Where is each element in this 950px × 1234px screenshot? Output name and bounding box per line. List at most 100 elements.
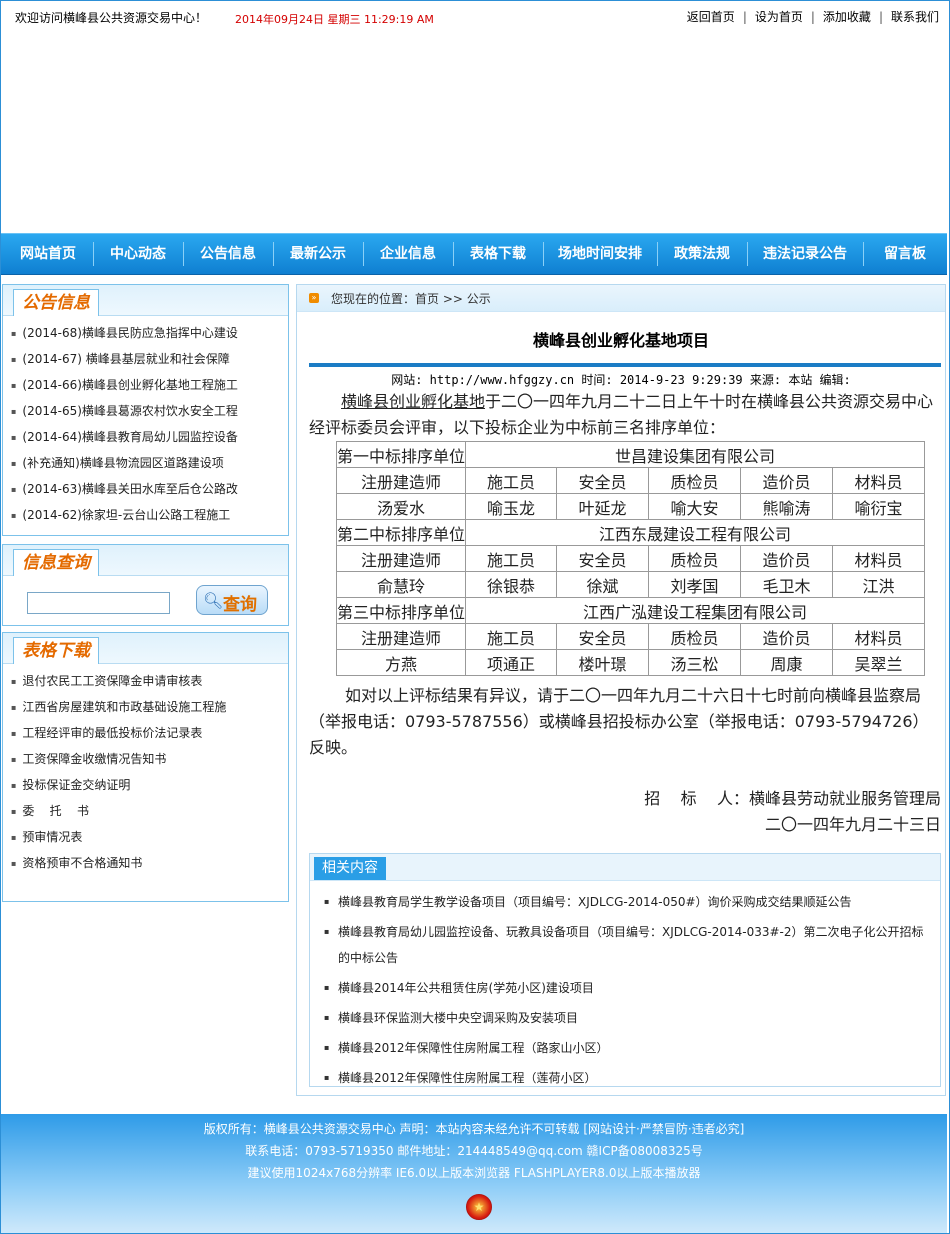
company-name: 江西广泓建设工程集团有限公司 <box>465 597 926 624</box>
table-row: 方燕 项通正 楼叶璟 汤三松 周康 吴翠兰 <box>335 649 926 676</box>
download-item[interactable]: 工程经评审的最低投标价法记录表 <box>3 720 288 746</box>
role-header: 质检员 <box>648 467 742 494</box>
person-name: 汤爱水 <box>335 493 467 520</box>
notices-list: (2014-68)横峰县民防应急指挥中心建设 (2014-67) 横峰县基层就业… <box>3 316 288 528</box>
nav-divider <box>657 242 658 266</box>
arrow-icon: » <box>309 293 319 303</box>
article-title: 横峰县创业孵化基地项目 <box>532 331 709 350</box>
related-content-box: 相关内容 横峰县教育局学生教学设备项目（项目编号：XJDLCG-2014-050… <box>309 853 941 1091</box>
main-nav: 网站首页 中心动态 公告信息 最新公示 企业信息 表格下载 场地时间安排 政策法… <box>1 233 947 275</box>
role-header: 造价员 <box>740 623 834 650</box>
title-divider <box>309 363 941 367</box>
nav-policies[interactable]: 政策法规 <box>663 234 741 274</box>
nav-center-news[interactable]: 中心动态 <box>99 234 177 274</box>
download-item[interactable]: 投标保证金交纳证明 <box>3 772 288 798</box>
top-links: 返回首页 | 设为首页 | 添加收藏 | 联系我们 <box>687 8 939 25</box>
related-item[interactable]: 横峰县2012年保障性住房附属工程（莲荷小区） <box>310 1065 940 1091</box>
role-header: 造价员 <box>740 467 834 494</box>
notice-item[interactable]: (2014-66)横峰县创业孵化基地工程施工 <box>3 372 288 398</box>
notice-item[interactable]: (2014-64)横峰县教育局幼儿园监控设备 <box>3 424 288 450</box>
person-name: 喻大安 <box>648 493 742 520</box>
person-name: 江洪 <box>832 571 926 598</box>
related-item[interactable]: 横峰县教育局学生教学设备项目（项目编号：XJDLCG-2014-050#）询价采… <box>310 889 940 915</box>
downloads-box-title: 表格下载 <box>13 637 99 664</box>
current-datetime: 2014年09月24日 星期三 11:29:19 AM <box>235 13 434 26</box>
nav-announcements[interactable]: 公告信息 <box>189 234 267 274</box>
breadcrumb-bar: » 您现在的位置：首页 >> 公示 <box>297 285 945 312</box>
footer-browser-note: 建议使用1024x768分辨率 IE6.0以上版本浏览器 FLASHPLAYER… <box>247 1166 701 1180</box>
contact-link[interactable]: 联系我们 <box>891 10 939 24</box>
rank-label: 第三中标排序单位 <box>335 597 467 624</box>
sign-date: 二〇一四年九月二十三日 <box>764 815 941 834</box>
table-row: 注册建造师 施工员 安全员 质检员 造价员 材料员 <box>335 623 926 650</box>
person-name: 叶延龙 <box>556 493 650 520</box>
query-input[interactable] <box>27 592 170 614</box>
divider: | <box>742 10 747 24</box>
nav-latest-publicity[interactable]: 最新公示 <box>279 234 357 274</box>
role-header: 施工员 <box>465 623 558 650</box>
role-header: 造价员 <box>740 545 834 572</box>
nav-enterprise-info[interactable]: 企业信息 <box>369 234 447 274</box>
table-row: 注册建造师 施工员 安全员 质检员 造价员 材料员 <box>335 545 926 572</box>
nav-message-board[interactable]: 留言板 <box>869 234 941 274</box>
footer-contact: 联系电话：0793-5719350 邮件地址：214448549@qq.com … <box>245 1144 703 1158</box>
person-name: 项通正 <box>465 649 558 676</box>
query-box: 信息查询 🔍︎ 查询 <box>2 544 289 626</box>
role-header: 注册建造师 <box>335 467 467 494</box>
notice-item[interactable]: (2014-67) 横峰县基层就业和社会保障 <box>3 346 288 372</box>
related-title: 相关内容 <box>314 857 386 880</box>
table-row: 汤爱水 喻玉龙 叶延龙 喻大安 熊喻涛 喻衍宝 <box>335 493 926 520</box>
role-header: 注册建造师 <box>335 545 467 572</box>
breadcrumb: 您现在的位置：首页 >> 公示 <box>331 292 491 306</box>
related-item[interactable]: 横峰县2014年公共租赁住房(学苑小区)建设项目 <box>310 975 940 1001</box>
project-link[interactable]: 横峰县创业孵化基地 <box>341 392 485 411</box>
person-name: 徐银恭 <box>465 571 558 598</box>
nav-divider <box>93 242 94 266</box>
nav-divider <box>453 242 454 266</box>
query-button[interactable]: 🔍︎ 查询 <box>196 585 268 615</box>
article-meta: 网站: http://www.hfggzy.cn 时间: 2014-9-23 9… <box>391 373 851 387</box>
nav-divider <box>863 242 864 266</box>
person-name: 方燕 <box>335 649 467 676</box>
role-header: 安全员 <box>556 467 650 494</box>
person-name: 徐斌 <box>556 571 650 598</box>
divider: | <box>810 10 815 24</box>
person-name: 汤三松 <box>648 649 742 676</box>
person-name: 吴翠兰 <box>832 649 926 676</box>
related-item[interactable]: 横峰县教育局幼儿园监控设备、玩教具设备项目（项目编号：XJDLCG-2014-0… <box>310 919 940 971</box>
nav-home[interactable]: 网站首页 <box>9 234 87 274</box>
download-item[interactable]: 退付农民工工资保障金申请审核表 <box>3 668 288 694</box>
related-list: 横峰县教育局学生教学设备项目（项目编号：XJDLCG-2014-050#）询价采… <box>310 881 940 1091</box>
nav-violation-records[interactable]: 违法记录公告 <box>753 234 857 274</box>
add-favorite-link[interactable]: 添加收藏 <box>823 10 871 24</box>
notice-item[interactable]: (2014-63)横峰县关田水库至后仓公路改 <box>3 476 288 502</box>
objection-notice: 如对以上评标结果有异议，请于二〇一四年九月二十六日十七时前向横峰县监察局（举报电… <box>309 686 929 757</box>
download-item[interactable]: 预审情况表 <box>3 824 288 850</box>
related-item[interactable]: 横峰县2012年保障性住房附属工程（路家山小区） <box>310 1035 940 1061</box>
person-name: 毛卫木 <box>740 571 834 598</box>
notice-item[interactable]: (2014-65)横峰县葛源农村饮水安全工程 <box>3 398 288 424</box>
download-item[interactable]: 资格预审不合格通知书 <box>3 850 288 876</box>
footer-copyright: 版权所有：横峰县公共资源交易中心 声明：本站内容未经允许不可转载 [网站设计·严… <box>203 1122 745 1136</box>
company-name: 江西东晟建设工程有限公司 <box>465 519 926 546</box>
article-intro: 横峰县创业孵化基地于二〇一四年九月二十二日上午十时在横峰县公共资源交易中心经评标… <box>309 389 941 441</box>
main-content: » 您现在的位置：首页 >> 公示 横峰县创业孵化基地项目 网站: http:/… <box>296 284 946 1096</box>
notice-item[interactable]: (2014-62)徐家坦-云台山公路工程施工 <box>3 502 288 528</box>
notice-item[interactable]: (2014-68)横峰县民防应急指挥中心建设 <box>3 320 288 346</box>
nav-venue-schedule[interactable]: 场地时间安排 <box>549 234 651 274</box>
signer: 招 标 人：横峰县劳动就业服务管理局 <box>644 789 941 808</box>
rank-label: 第二中标排序单位 <box>335 519 467 546</box>
nav-form-download[interactable]: 表格下载 <box>459 234 537 274</box>
download-item[interactable]: 工资保障金收缴情况告知书 <box>3 746 288 772</box>
download-item[interactable]: 江西省房屋建筑和市政基础设施工程施 <box>3 694 288 720</box>
download-item[interactable]: 委 托 书 <box>3 798 288 824</box>
home-link[interactable]: 返回首页 <box>687 10 735 24</box>
banner-area <box>1 26 947 232</box>
welcome-text: 欢迎访问横峰县公共资源交易中心！ <box>15 11 208 25</box>
set-homepage-link[interactable]: 设为首页 <box>755 10 803 24</box>
person-name: 刘孝国 <box>648 571 742 598</box>
related-item[interactable]: 横峰县环保监测大楼中央空调采购及安装项目 <box>310 1005 940 1031</box>
company-name: 世昌建设集团有限公司 <box>465 441 926 468</box>
notice-item[interactable]: (补充通知)横峰县物流园区道路建设项 <box>3 450 288 476</box>
notices-box: 公告信息 (2014-68)横峰县民防应急指挥中心建设 (2014-67) 横峰… <box>2 284 289 536</box>
